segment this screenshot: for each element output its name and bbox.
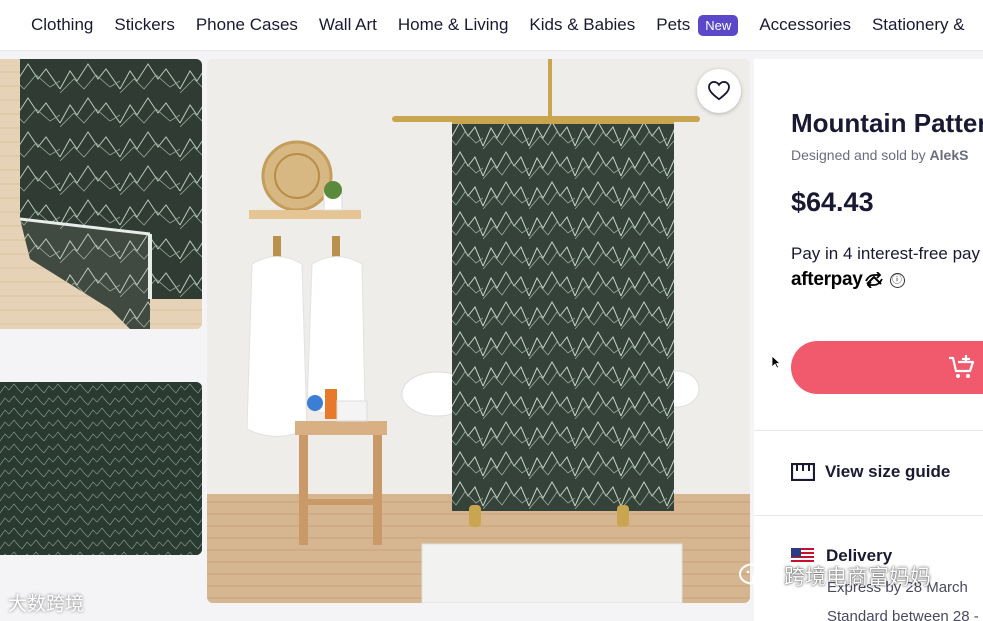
- watermark-right-text: 跨境电商富妈妈: [784, 566, 931, 589]
- wechat-icon: [739, 563, 774, 588]
- product-price: $64.43: [791, 187, 874, 217]
- mouse-cursor-icon: [771, 355, 781, 369]
- standard-delivery-text: Standard between 28 -: [827, 608, 979, 621]
- fabric-image: [0, 382, 202, 555]
- afterpay-row: afterpay ⓘ: [791, 269, 905, 291]
- info-icon[interactable]: ⓘ: [889, 272, 905, 288]
- gallery-thumbnail-fabric[interactable]: [0, 382, 202, 555]
- nav-item-home-living[interactable]: Home & Living: [398, 15, 509, 35]
- new-badge: New: [698, 14, 739, 36]
- ruler-icon: [791, 463, 815, 481]
- nav-item-stickers[interactable]: Stickers: [114, 15, 174, 35]
- nav-item-clothing[interactable]: Clothing: [31, 15, 93, 35]
- nav-item-phone-cases[interactable]: Phone Cases: [196, 15, 298, 35]
- add-to-cart-icon: [949, 355, 975, 378]
- product-details-panel: Mountain Patter Designed and sold by Ale…: [754, 59, 983, 621]
- designed-by-line: Designed and sold by AlekS: [791, 147, 968, 163]
- nav-label: Accessories: [759, 15, 851, 34]
- divider: [754, 430, 983, 431]
- nav-label: Phone Cases: [195, 15, 298, 34]
- bath-mat-image: [0, 59, 202, 329]
- nav-label: Clothing: [31, 15, 94, 34]
- pay-in-installments-text: Pay in 4 interest-free pay: [791, 244, 980, 263]
- watermark-right: 跨境电商富妈妈: [738, 561, 931, 591]
- divider: [754, 515, 983, 516]
- heart-icon: [708, 81, 730, 101]
- category-nav: Clothing Stickers Phone Cases Wall Art H…: [0, 0, 983, 51]
- view-size-guide-button[interactable]: View size guide: [791, 462, 950, 482]
- nav-item-stationery[interactable]: Stationery &: [872, 15, 965, 35]
- nav-label: Stickers: [114, 15, 175, 34]
- nav-label: Stationery &: [871, 15, 965, 34]
- nav-label: Kids & Babies: [529, 15, 636, 34]
- afterpay-logo: afterpay: [791, 269, 863, 290]
- favorite-button[interactable]: [697, 69, 741, 113]
- nav-item-accessories[interactable]: Accessories: [759, 15, 851, 35]
- shower-curtain-scene: [207, 59, 750, 603]
- designed-by-prefix: Designed and sold by: [791, 147, 930, 163]
- nav-label: Pets: [656, 15, 691, 34]
- main-product-image[interactable]: [207, 59, 750, 603]
- nav-label: Home & Living: [397, 15, 509, 34]
- afterpay-arrows-icon: [864, 272, 883, 288]
- nav-item-pets[interactable]: Pets New: [656, 14, 739, 36]
- product-title: Mountain Patter: [791, 108, 983, 138]
- watermark-left: 大数跨境: [8, 594, 85, 615]
- add-to-cart-button[interactable]: [791, 341, 983, 394]
- gallery-thumbnail-bath-mat[interactable]: [0, 59, 202, 329]
- nav-label: Wall Art: [318, 15, 377, 34]
- size-guide-label: View size guide: [825, 462, 951, 481]
- designer-link[interactable]: AlekS: [930, 147, 969, 163]
- nav-item-wall-art[interactable]: Wall Art: [319, 15, 377, 35]
- nav-item-kids-babies[interactable]: Kids & Babies: [529, 15, 635, 35]
